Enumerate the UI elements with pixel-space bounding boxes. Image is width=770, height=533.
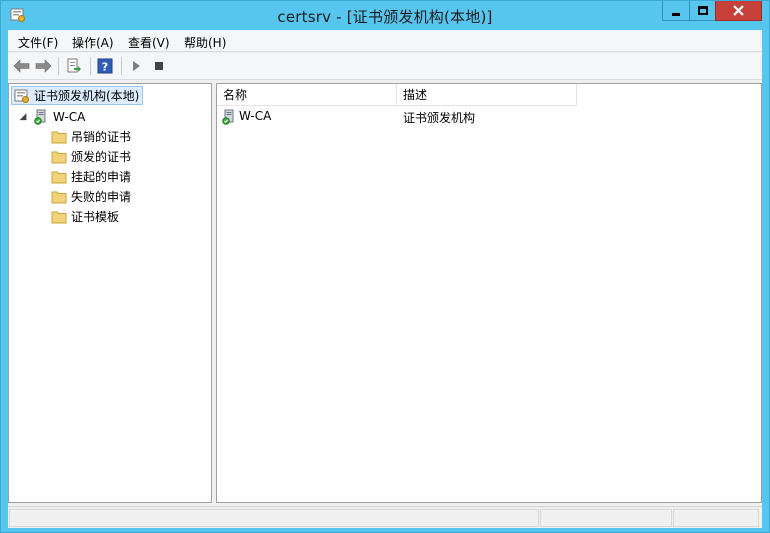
menu-file[interactable]: 文件(F) bbox=[15, 33, 61, 52]
svg-text:?: ? bbox=[102, 61, 108, 74]
column-header-name[interactable]: 名称 bbox=[217, 84, 397, 106]
ca-server-icon bbox=[34, 109, 46, 125]
menu-action[interactable]: 操作(A) bbox=[69, 33, 117, 52]
menu-view[interactable]: 查看(V) bbox=[125, 33, 173, 52]
maximize-icon bbox=[697, 6, 708, 15]
stop-service-icon bbox=[155, 62, 163, 70]
minimize-icon bbox=[672, 13, 680, 16]
list-cell-description: 证书颁发机构 bbox=[403, 111, 476, 125]
app-window: certsrv - [证书颁发机构(本地)] 文件(F) 操作(A) 查看(V)… bbox=[0, 0, 770, 533]
toolbar: ? bbox=[8, 53, 762, 80]
certificate-authority-icon bbox=[14, 89, 29, 103]
ca-server-icon bbox=[222, 109, 234, 125]
forward-button[interactable] bbox=[33, 56, 53, 76]
menu-help[interactable]: 帮助(H) bbox=[181, 33, 229, 52]
minimize-button[interactable] bbox=[662, 1, 690, 21]
tree-node-pending-requests[interactable]: 挂起的申请 bbox=[51, 167, 131, 186]
tree-node-revoked-certificates[interactable]: 吊销的证书 bbox=[51, 127, 131, 146]
tree-node-label: 吊销的证书 bbox=[71, 130, 132, 144]
close-icon bbox=[733, 5, 744, 16]
tree-node-label: 证书颁发机构(本地) bbox=[34, 89, 140, 103]
tree-node-label: 证书模板 bbox=[71, 210, 120, 224]
status-segment bbox=[673, 509, 759, 527]
folder-icon bbox=[51, 151, 67, 163]
help-button[interactable]: ? bbox=[95, 56, 115, 76]
tree-node-failed-requests[interactable]: 失败的申请 bbox=[51, 187, 131, 206]
toolbar-separator bbox=[121, 57, 122, 75]
tree-node-root[interactable]: 证书颁发机构(本地) bbox=[11, 86, 144, 105]
tree-node-label: W-CA bbox=[53, 109, 86, 124]
folder-icon bbox=[51, 171, 67, 183]
column-header-description[interactable]: 描述 bbox=[397, 84, 577, 106]
list-row[interactable]: W-CA 证书颁发机构 bbox=[220, 107, 760, 127]
tree-node-label: 失败的申请 bbox=[71, 190, 132, 204]
export-list-button[interactable] bbox=[64, 56, 84, 76]
status-bar bbox=[8, 506, 762, 528]
toolbar-separator bbox=[58, 57, 59, 75]
folder-icon bbox=[51, 191, 67, 203]
close-button[interactable] bbox=[715, 1, 762, 21]
client-area: 文件(F) 操作(A) 查看(V) 帮助(H) ? 证书颁发机构(本地) ◢ W… bbox=[8, 30, 762, 528]
help-icon: ? bbox=[97, 58, 113, 74]
export-list-icon bbox=[67, 58, 81, 73]
forward-arrow-icon bbox=[35, 59, 51, 73]
maximize-button[interactable] bbox=[689, 1, 716, 21]
start-service-icon bbox=[133, 61, 140, 71]
window-title: certsrv - [证书颁发机构(本地)] bbox=[277, 8, 493, 26]
result-list[interactable]: 名称 描述 W-CA 证书颁发机构 bbox=[216, 83, 762, 503]
status-segment bbox=[9, 509, 539, 527]
tree-node-label: 颁发的证书 bbox=[71, 150, 132, 164]
console-tree[interactable]: 证书颁发机构(本地) ◢ W-CA 吊销的证书 颁发的证书 挂起的申请 失败的申… bbox=[8, 83, 212, 503]
folder-icon bbox=[51, 211, 67, 223]
status-segment bbox=[540, 509, 672, 527]
list-cell-name: W-CA bbox=[239, 109, 272, 123]
tree-node-ca[interactable]: ◢ W-CA bbox=[17, 107, 85, 126]
menu-bar: 文件(F) 操作(A) 查看(V) 帮助(H) bbox=[8, 30, 762, 52]
tree-node-issued-certificates[interactable]: 颁发的证书 bbox=[51, 147, 131, 166]
tree-node-label: 挂起的申请 bbox=[71, 170, 132, 184]
stop-service-button[interactable] bbox=[149, 56, 169, 76]
back-button[interactable] bbox=[11, 56, 31, 76]
toolbar-separator bbox=[90, 57, 91, 75]
expanded-chevron-icon[interactable]: ◢ bbox=[17, 112, 29, 122]
folder-icon bbox=[51, 131, 67, 143]
title-bar[interactable]: certsrv - [证书颁发机构(本地)] bbox=[1, 1, 769, 30]
tree-node-certificate-templates[interactable]: 证书模板 bbox=[51, 207, 119, 226]
start-service-button[interactable] bbox=[126, 56, 146, 76]
back-arrow-icon bbox=[13, 59, 29, 73]
